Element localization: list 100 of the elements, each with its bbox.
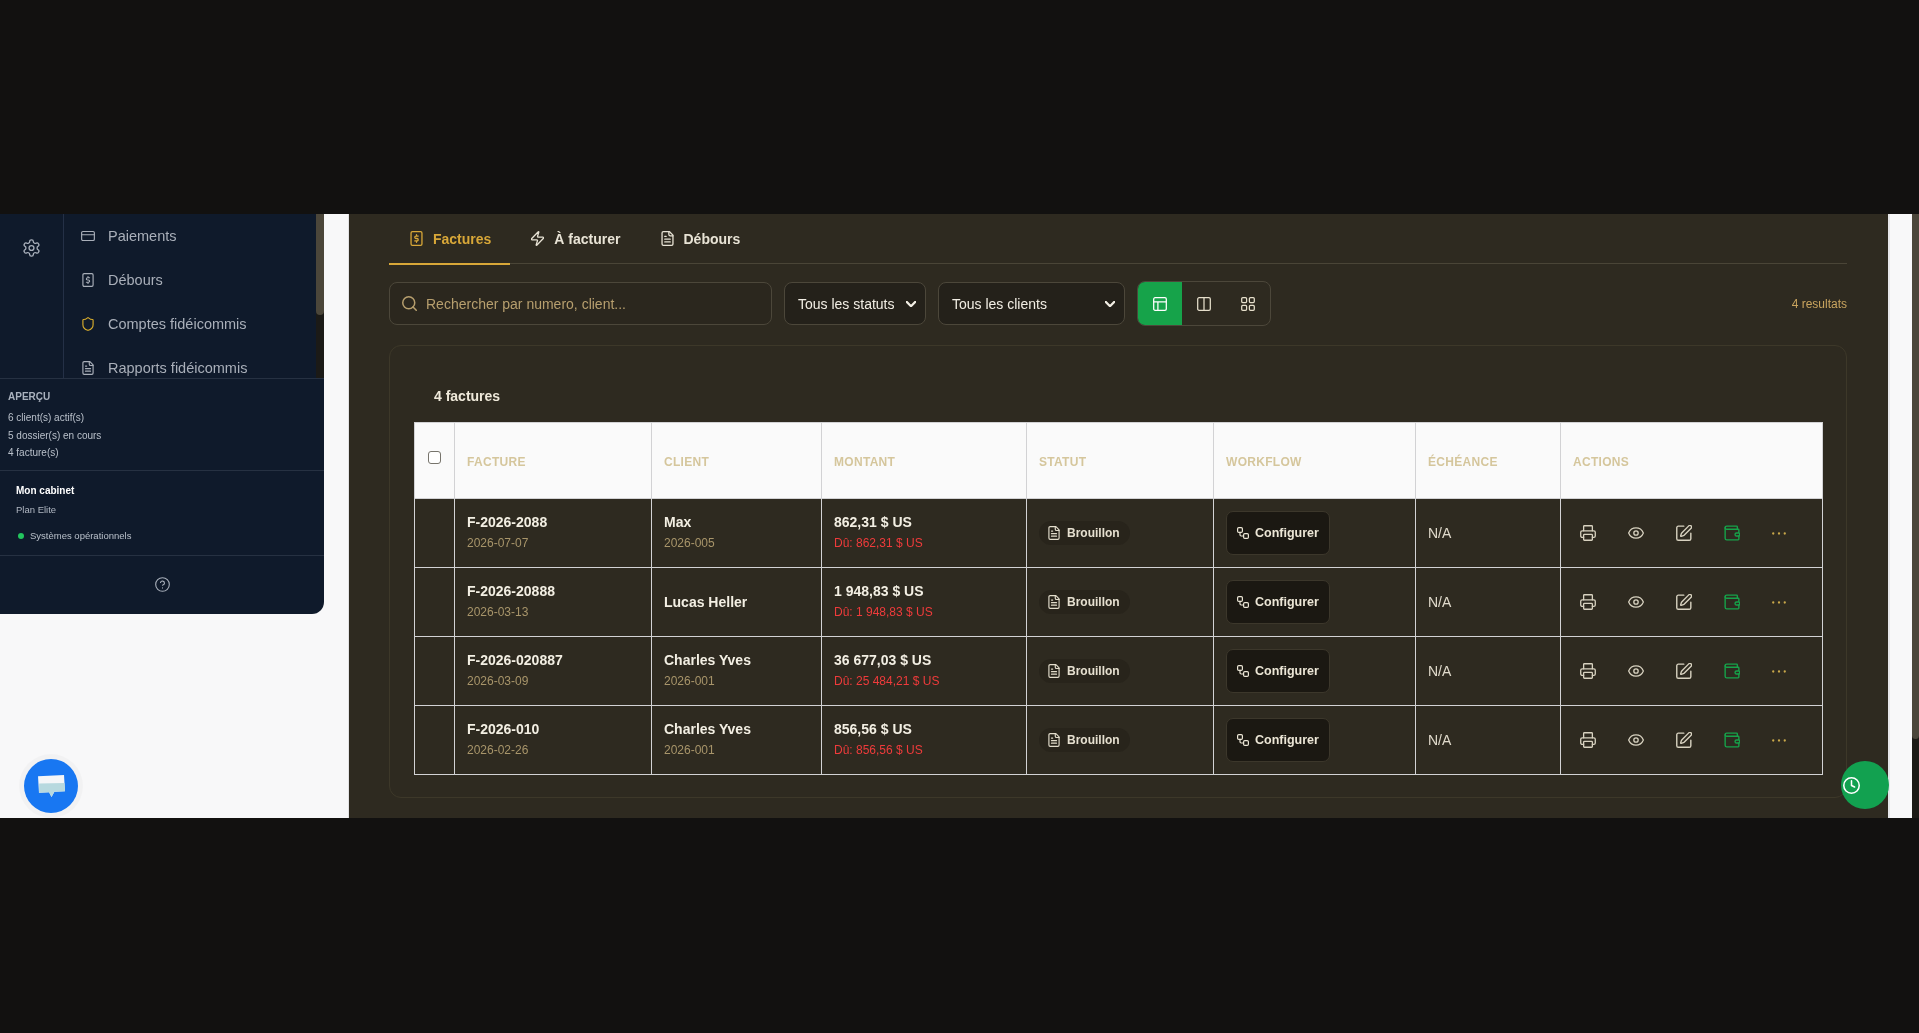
client-code: 2026-001 (664, 742, 715, 759)
column-header: ÉCHÉANCE (1428, 454, 1498, 469)
document-icon (1048, 733, 1060, 747)
column-header: STATUT (1039, 454, 1087, 469)
overview-stat: 6 client(s) actif(s) (8, 411, 85, 425)
tab[interactable]: Débours (639, 214, 760, 265)
scrollbar-thumb[interactable] (1912, 214, 1919, 739)
dollar-document-icon (410, 231, 423, 246)
chevron-down-icon (906, 300, 916, 307)
document-icon (1048, 526, 1060, 540)
client-code: 2026-001 (664, 673, 715, 690)
split-view-icon (1197, 296, 1211, 311)
edit-icon[interactable] (1676, 594, 1692, 610)
eye-icon[interactable] (1628, 596, 1644, 608)
wallet-icon[interactable] (1724, 525, 1740, 541)
search-icon (402, 296, 417, 311)
invoice-amount: 862,31 $ US (834, 514, 912, 531)
print-icon[interactable] (1580, 663, 1596, 679)
help-icon[interactable] (154, 577, 170, 593)
status-label: Brouillon (1067, 595, 1120, 609)
nav-item[interactable]: Débours (81, 258, 163, 302)
client-name: Charles Yves (664, 652, 751, 669)
column-header: WORKFLOW (1226, 454, 1302, 469)
invoice-number: F-2026-2088 (467, 514, 548, 531)
tab[interactable]: À facturer (510, 214, 640, 265)
nav-item[interactable]: Rapports fidéicommis (81, 346, 248, 378)
configure-button[interactable]: Configurer (1226, 649, 1330, 693)
section-heading: APERÇU (8, 390, 51, 404)
configure-button[interactable]: Configurer (1226, 580, 1330, 624)
grid-view-icon (1241, 296, 1255, 311)
document-icon (81, 361, 95, 375)
client-filter[interactable]: Tous les clients (938, 282, 1125, 325)
status-label: Brouillon (1067, 526, 1120, 540)
column-header: CLIENT (664, 454, 710, 469)
eye-icon[interactable] (1628, 527, 1644, 539)
more-icon[interactable] (1772, 600, 1786, 604)
eye-icon[interactable] (1628, 665, 1644, 677)
column-header: FACTURE (467, 454, 526, 469)
amount-due: Dû: 856,56 $ US (834, 742, 923, 759)
column-header: MONTANT (834, 454, 896, 469)
plan-label: Plan Elite (16, 502, 57, 517)
more-icon[interactable] (1772, 669, 1786, 673)
select-all-checkbox[interactable] (428, 451, 441, 465)
scrollbar-thumb[interactable] (316, 214, 324, 315)
edit-icon[interactable] (1676, 663, 1692, 679)
document-icon (1048, 595, 1060, 609)
print-icon[interactable] (1580, 732, 1596, 748)
edit-icon[interactable] (1676, 525, 1692, 541)
tab[interactable]: Factures (389, 214, 511, 265)
column-header: ACTIONS (1573, 454, 1630, 469)
invoice-amount: 856,56 $ US (834, 721, 912, 738)
invoice-amount: 36 677,03 $ US (834, 652, 932, 669)
nav-item[interactable]: Paiements (81, 214, 177, 258)
settings-icon[interactable] (23, 239, 40, 257)
invoice-date: 2026-07-07 (467, 535, 529, 552)
overview-stat: 5 dossier(s) en cours (8, 428, 102, 443)
overview-stat: 4 facture(s) (8, 446, 59, 460)
wallet-icon[interactable] (1724, 594, 1740, 610)
status-label: Brouillon (1067, 733, 1120, 747)
invoice-date: 2026-03-09 (467, 673, 529, 690)
more-icon[interactable] (1772, 531, 1786, 535)
print-icon[interactable] (1580, 594, 1596, 610)
document-icon (660, 231, 674, 246)
wallet-icon[interactable] (1724, 663, 1740, 679)
invoice-amount: 1 948,83 $ US (834, 583, 924, 600)
search-field[interactable]: Rechercher par numero, client... (389, 282, 772, 325)
client-name: Lucas Heller (664, 593, 748, 611)
client-name: Max (664, 514, 692, 531)
edit-icon[interactable] (1676, 732, 1692, 748)
due-date: N/A (1428, 594, 1452, 610)
clock-icon (1843, 776, 1860, 794)
workflow-icon (1237, 527, 1249, 539)
workflow-icon (1237, 665, 1249, 677)
firm-name: Mon cabinet (16, 483, 75, 498)
status-filter[interactable]: Tous les statuts (784, 282, 926, 325)
print-icon[interactable] (1580, 525, 1596, 541)
lightning-icon (531, 231, 545, 246)
document-icon (1048, 664, 1060, 678)
invoice-number: F-2026-020887 (467, 652, 563, 669)
credit-card-icon (81, 229, 95, 243)
nav-item[interactable]: Comptes fidéicommis (81, 302, 247, 346)
configure-button[interactable]: Configurer (1226, 718, 1330, 762)
card-title: 4 factures (434, 387, 501, 405)
client-name: Charles Yves (664, 721, 751, 738)
more-icon[interactable] (1772, 738, 1786, 742)
chat-button[interactable] (24, 759, 78, 813)
chevron-down-icon (1105, 300, 1115, 307)
amount-due: Dû: 862,31 $ US (834, 535, 923, 552)
invoice-number: F-2026-20888 (467, 583, 555, 600)
amount-due: Dû: 1 948,83 $ US (834, 604, 933, 621)
wallet-icon[interactable] (1724, 732, 1740, 748)
invoice-number: F-2026-010 (467, 721, 540, 738)
amount-due: Dû: 25 484,21 $ US (834, 673, 940, 690)
client-code: 2026-005 (664, 535, 715, 552)
chat-bubble-icon (35, 773, 67, 799)
eye-icon[interactable] (1628, 734, 1644, 746)
due-date: N/A (1428, 525, 1452, 541)
configure-button[interactable]: Configurer (1226, 511, 1330, 555)
dollar-document-icon (81, 273, 95, 287)
invoice-date: 2026-03-13 (467, 604, 529, 621)
